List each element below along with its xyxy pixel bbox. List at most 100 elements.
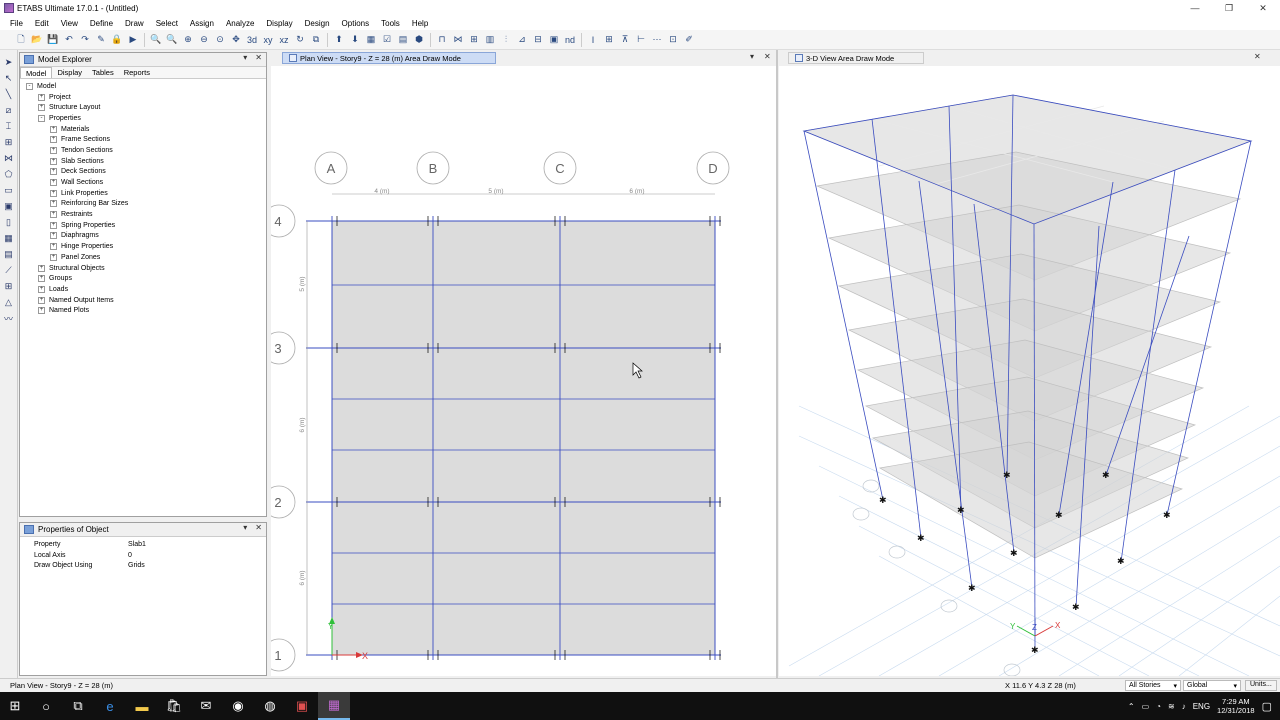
menu-analyze[interactable]: Analyze xyxy=(220,19,260,28)
expand-icon[interactable]: + xyxy=(38,275,45,283)
panel-close-icon[interactable]: ✕ xyxy=(255,53,262,62)
tree-item[interactable]: + Hinge Properties xyxy=(26,241,266,252)
check-icon[interactable]: ☑ xyxy=(380,33,394,47)
expand-icon[interactable]: + xyxy=(38,307,45,315)
link-icon[interactable]: ⟋ xyxy=(2,264,15,277)
properties-close-icon[interactable]: ✕ xyxy=(255,523,262,532)
plan-view-menu-icon[interactable]: ▾ xyxy=(750,52,754,61)
tab-model[interactable]: Model xyxy=(20,67,53,78)
3d-view-close-icon[interactable]: ✕ xyxy=(1254,52,1261,61)
mail-icon[interactable]: ✉ xyxy=(190,692,222,720)
language-indicator[interactable]: ENG xyxy=(1193,702,1210,711)
task-view-icon[interactable]: ⧉ xyxy=(62,692,94,720)
search-icon[interactable]: ○ xyxy=(30,692,62,720)
tree-item[interactable]: - Properties xyxy=(26,113,266,124)
menu-draw[interactable]: Draw xyxy=(119,19,150,28)
tree-item[interactable]: + Structure Layout xyxy=(26,102,266,113)
menu-display[interactable]: Display xyxy=(260,19,298,28)
color-icon[interactable]: ✐ xyxy=(682,33,696,47)
chevron-up-icon[interactable]: ⌃ xyxy=(1128,702,1135,711)
menu-help[interactable]: Help xyxy=(406,19,434,28)
draw-beam-icon[interactable]: ⊓ xyxy=(435,33,449,47)
restore-icon[interactable]: ❐ xyxy=(1212,0,1246,16)
zoom-out-icon[interactable]: ⊖ xyxy=(197,33,211,47)
collapse-icon[interactable]: - xyxy=(38,114,45,122)
expand-icon[interactable]: + xyxy=(50,221,57,229)
draw-null-icon[interactable]: nd xyxy=(563,33,577,47)
opening-icon[interactable]: ▤ xyxy=(2,248,15,261)
dimension-icon[interactable]: ⊢ xyxy=(634,33,648,47)
new-model-icon[interactable]: 🗋 xyxy=(14,33,28,47)
plan-view-canvas[interactable]: A B C D 4 3 2 1 4 (m) 5 (m) 6 (m) 5 (m) … xyxy=(271,66,776,676)
pencil-icon[interactable]: ✎ xyxy=(94,33,108,47)
expand-icon[interactable]: + xyxy=(38,296,45,304)
tab-reports[interactable]: Reports xyxy=(119,67,155,78)
tree-item[interactable]: + Link Properties xyxy=(26,188,266,199)
rotate-view-icon[interactable]: ↻ xyxy=(293,33,307,47)
properties-menu-icon[interactable]: ▾ xyxy=(243,523,247,532)
tree-item[interactable]: + Project xyxy=(26,92,266,103)
draw-joint-icon[interactable]: ╲ xyxy=(2,88,15,101)
menu-options[interactable]: Options xyxy=(336,19,376,28)
3d-view-icon[interactable]: 3d xyxy=(245,33,259,47)
object-shrink-icon[interactable]: ▦ xyxy=(364,33,378,47)
tree-item[interactable]: + Wall Sections xyxy=(26,177,266,188)
app-icon-3[interactable]: ▣ xyxy=(286,692,318,720)
expand-icon[interactable]: + xyxy=(50,253,57,261)
store-icon[interactable]: 🛍 xyxy=(158,692,190,720)
draw-frame-icon[interactable]: ⧄ xyxy=(2,104,15,117)
prop-value[interactable]: Grids xyxy=(128,562,266,569)
battery-icon[interactable]: ▭ xyxy=(1142,702,1150,711)
ramp-icon[interactable]: △ xyxy=(2,296,15,309)
3d-view-tab[interactable]: 3-D View Area Draw Mode xyxy=(788,52,924,64)
prop-row-property[interactable]: Property Slab1 xyxy=(20,539,266,550)
draw-area-icon[interactable]: ▣ xyxy=(547,33,561,47)
tab-tables[interactable]: Tables xyxy=(87,67,119,78)
menu-tools[interactable]: Tools xyxy=(375,19,406,28)
tree-item[interactable]: + Loads xyxy=(26,284,266,295)
expand-icon[interactable]: + xyxy=(50,243,57,251)
expand-icon[interactable]: + xyxy=(50,200,57,208)
tree-item[interactable]: + Materials xyxy=(26,124,266,135)
expand-icon[interactable]: + xyxy=(38,264,45,272)
menu-edit[interactable]: Edit xyxy=(29,19,55,28)
slab-area[interactable] xyxy=(331,220,716,656)
tree-item[interactable]: + Slab Sections xyxy=(26,156,266,167)
move-down-icon[interactable]: ⬇ xyxy=(348,33,362,47)
expand-icon[interactable]: + xyxy=(50,146,57,154)
zoom-window-icon[interactable]: 🔍 xyxy=(149,33,163,47)
edge-browser-icon[interactable]: e xyxy=(94,692,126,720)
tree-item[interactable]: + Named Output Items xyxy=(26,295,266,306)
stories-select[interactable]: All Stories ▾ xyxy=(1125,680,1181,691)
display-options-icon[interactable]: ▤ xyxy=(396,33,410,47)
prop-value[interactable]: Slab1 xyxy=(128,541,266,548)
perspective-icon[interactable]: ⧉ xyxy=(309,33,323,47)
tree-item[interactable]: + Groups xyxy=(26,273,266,284)
undo-icon[interactable]: ↶ xyxy=(62,33,76,47)
menu-define[interactable]: Define xyxy=(84,19,119,28)
tree-item[interactable]: + Diaphragms xyxy=(26,231,266,242)
expand-icon[interactable]: + xyxy=(50,232,57,240)
open-icon[interactable]: 📂 xyxy=(30,33,44,47)
tree-item[interactable]: + Deck Sections xyxy=(26,167,266,178)
units-button[interactable]: Units... xyxy=(1245,680,1277,691)
expand-icon[interactable]: + xyxy=(50,189,57,197)
wall-stack-icon[interactable]: ▦ xyxy=(2,232,15,245)
tree-item[interactable]: + Spring Properties xyxy=(26,220,266,231)
expand-icon[interactable]: + xyxy=(50,125,57,133)
zoom-fit-icon[interactable]: ⊙ xyxy=(213,33,227,47)
expand-icon[interactable]: + xyxy=(50,211,57,219)
quick-draw-beam-icon[interactable]: ⊞ xyxy=(2,136,15,149)
tree-item[interactable]: - Model xyxy=(26,81,266,92)
file-explorer-icon[interactable]: ▬ xyxy=(126,692,158,720)
draw-poly-icon[interactable]: ⬠ xyxy=(2,168,15,181)
collapse-icon[interactable]: - xyxy=(26,82,33,90)
network-icon[interactable]: ◔ xyxy=(1156,702,1161,711)
expand-icon[interactable]: + xyxy=(38,285,45,293)
draw-brace-icon[interactable]: ⋈ xyxy=(451,33,465,47)
run-analysis-icon[interactable]: ▶ xyxy=(126,33,140,47)
draw-wall-left-icon[interactable]: ▯ xyxy=(2,216,15,229)
minimize-icon[interactable]: — xyxy=(1178,0,1212,16)
tree-item[interactable]: + Named Plots xyxy=(26,305,266,316)
tree-item[interactable]: + Reinforcing Bar Sizes xyxy=(26,199,266,210)
